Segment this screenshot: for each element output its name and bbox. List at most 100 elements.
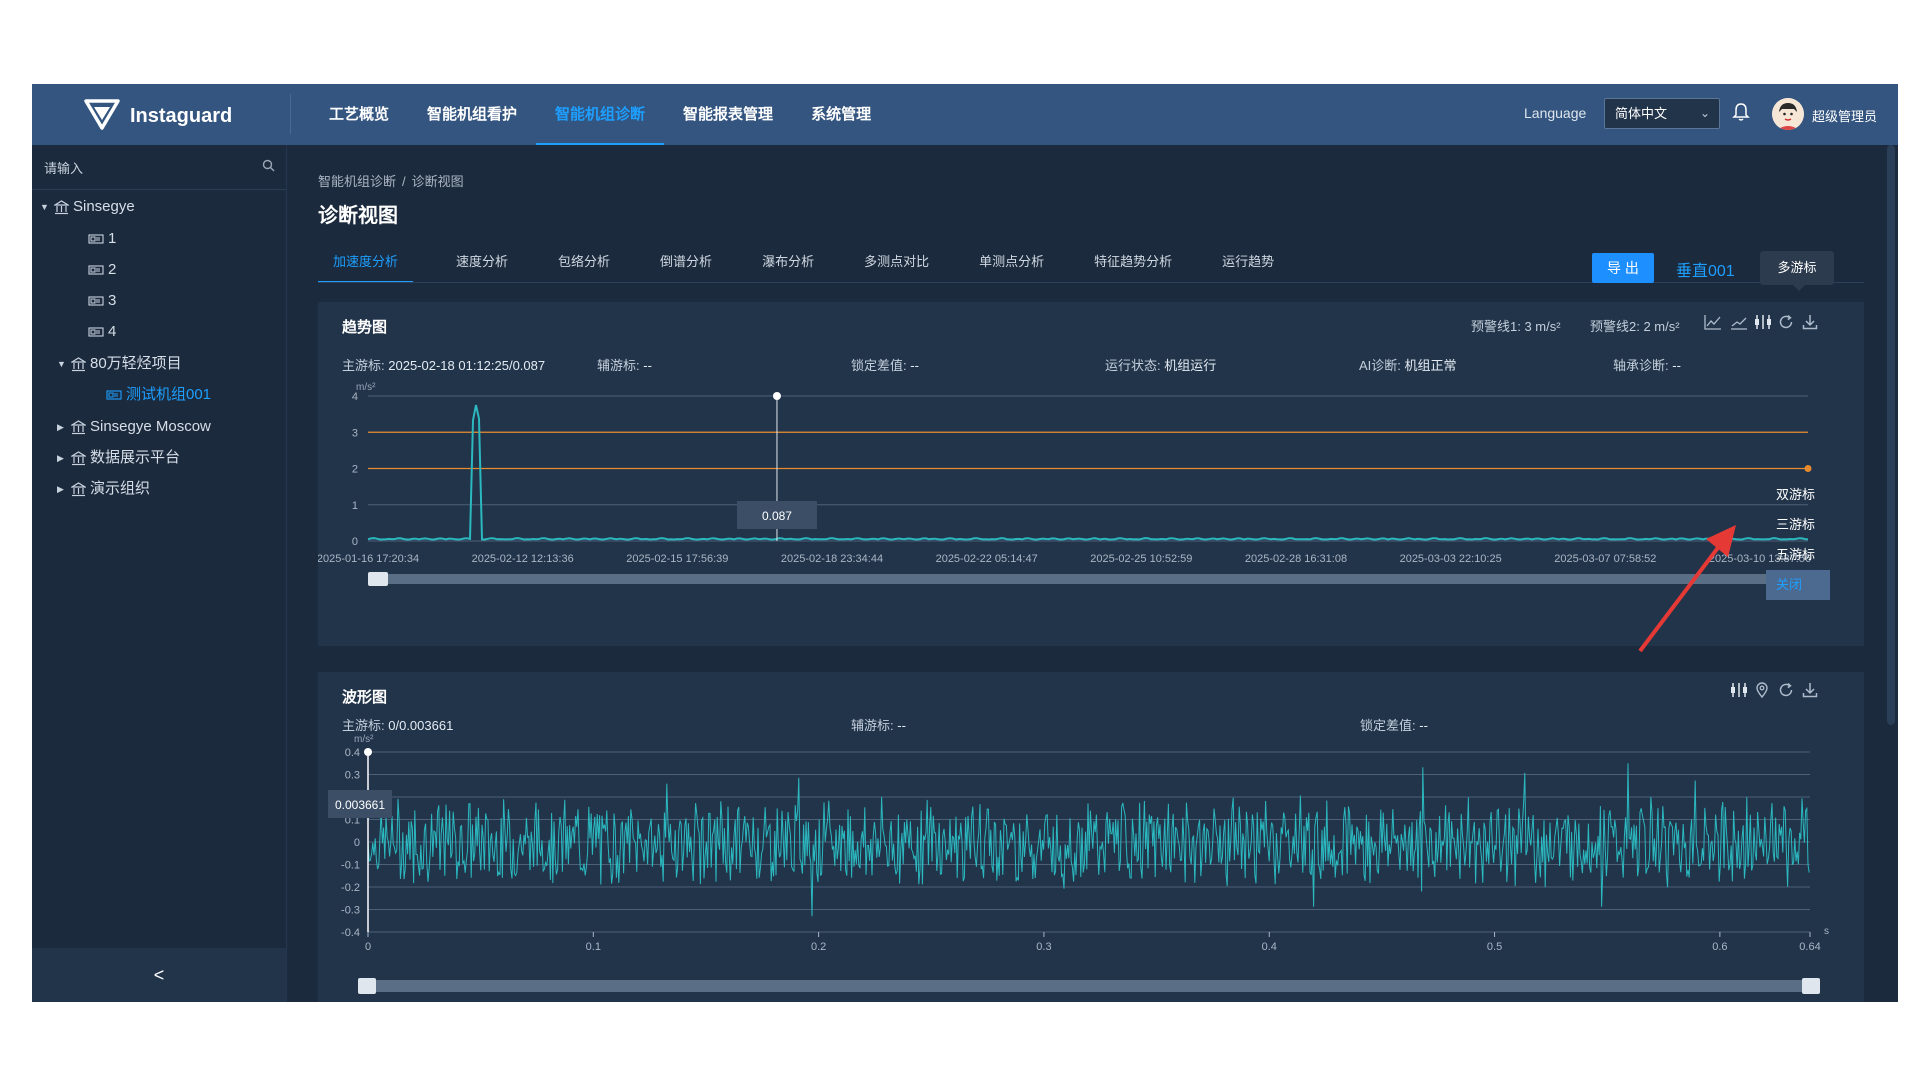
download-icon[interactable]	[1802, 314, 1818, 335]
device-icon	[88, 326, 104, 338]
nav-item-process-overview[interactable]: 工艺概览	[310, 84, 408, 145]
tab-acceleration[interactable]: 加速度分析	[318, 241, 414, 283]
tab-feature-trend[interactable]: 特征趋势分析	[1079, 241, 1187, 283]
x-tick-label: 0.6	[1712, 941, 1727, 953]
tree-item-label: 数据展示平台	[90, 449, 181, 466]
zoom-slider-right-handle	[1802, 978, 1820, 994]
tab-multi-point[interactable]: 多测点对比	[849, 241, 944, 283]
y-tick-label: 0.4	[345, 747, 360, 759]
area-chart-icon[interactable]	[1730, 314, 1748, 335]
tree-search	[32, 145, 286, 190]
page-scrollbar[interactable]	[1887, 145, 1895, 725]
main-cursor-label: 主游标:	[342, 358, 385, 373]
y-axis-unit: m/s²	[354, 734, 374, 745]
breadcrumb-separator: /	[402, 174, 406, 189]
tree-item[interactable]: ▶ 数据展示平台	[57, 446, 180, 470]
zoom-slider-left-handle	[368, 572, 388, 586]
x-tick-label: 2025-03-03 22:10:25	[1400, 553, 1502, 565]
measure-point-selector[interactable]: 垂直001	[1676, 257, 1735, 281]
x-tick-label: 2025-02-22 05:14:47	[936, 553, 1038, 565]
language-label: Language	[1524, 105, 1587, 121]
waveform-panel: 波形图 主游标: 0/0.003661 辅游标: -- 锁定差值: -- m/s…	[318, 672, 1864, 1002]
breadcrumb-item-diagnosis[interactable]: 智能机组诊断	[318, 174, 396, 189]
bell-icon[interactable]	[1732, 102, 1750, 127]
header-divider	[290, 94, 291, 134]
waveform-series-line	[367, 763, 1810, 917]
sidebar-collapse-button[interactable]: <	[32, 948, 286, 1002]
warn2-value: 2 m/s²	[1643, 319, 1680, 334]
app-window: Instaguard 工艺概览 智能机组看护 智能机组诊断 智能报表管理 系统管…	[32, 84, 1898, 1002]
multi-cursor-icon[interactable]	[1754, 314, 1772, 335]
ai-diagnosis-info: AI诊断: 机组正常	[1359, 355, 1457, 374]
caret-right-icon[interactable]: ▶	[57, 415, 71, 439]
location-pin-icon[interactable]	[1754, 682, 1770, 703]
menu-item-five-cursor[interactable]: 五游标	[1766, 540, 1830, 570]
menu-item-triple-cursor[interactable]: 三游标	[1766, 510, 1830, 540]
waveform-chart[interactable]: m/s²0.40.30.20.10-0.1-0.2-0.3-0.400.10.2…	[318, 730, 1864, 1002]
user-name[interactable]: 超级管理员	[1812, 106, 1877, 125]
caret-right-icon[interactable]: ▶	[57, 446, 71, 470]
language-select[interactable]: 简体中文 ⌄	[1604, 98, 1720, 129]
lock-diff-value: --	[910, 358, 919, 373]
y-tick-label: -0.2	[341, 882, 360, 894]
tree-item[interactable]: 2	[74, 258, 116, 282]
nav-item-unit-care[interactable]: 智能机组看护	[408, 84, 536, 145]
trend-title: 趋势图	[342, 319, 388, 336]
bearing-label: 轴承诊断:	[1613, 358, 1669, 373]
x-tick-label: 0.2	[811, 941, 826, 953]
tab-envelope[interactable]: 包络分析	[543, 241, 625, 283]
nav-item-system-management[interactable]: 系统管理	[792, 84, 890, 145]
tree-item[interactable]: ▶ Sinsegye Moscow	[57, 415, 211, 439]
caret-down-icon[interactable]: ▼	[40, 195, 54, 219]
tree-item[interactable]: 1	[74, 227, 116, 251]
logo[interactable]: Instaguard	[84, 98, 232, 135]
avatar[interactable]	[1772, 98, 1804, 130]
tab-velocity[interactable]: 速度分析	[441, 241, 523, 283]
caret-down-icon[interactable]: ▼	[57, 352, 71, 376]
multi-cursor-tooltip: 多游标	[1760, 251, 1834, 291]
y-tick-label: 1	[352, 500, 358, 512]
tab-waterfall[interactable]: 瀑布分析	[747, 241, 829, 283]
main-cursor-info: 主游标: 2025-02-18 01:12:25/0.087	[342, 355, 545, 374]
download-icon[interactable]	[1802, 682, 1818, 703]
x-tick-label: 0	[365, 941, 371, 953]
bearing-diagnosis-info: 轴承诊断: --	[1613, 355, 1681, 374]
refresh-icon[interactable]	[1778, 682, 1794, 703]
y-tick-label: 0	[352, 536, 358, 548]
tab-single-point[interactable]: 单测点分析	[964, 241, 1059, 283]
caret-right-icon[interactable]: ▶	[57, 477, 71, 501]
tree-item[interactable]: ▼ Sinsegye	[40, 195, 135, 219]
export-button[interactable]: 导 出	[1592, 253, 1654, 283]
tree-item[interactable]: 3	[74, 289, 116, 313]
tree-item[interactable]: 4	[74, 320, 116, 344]
tab-run-trend[interactable]: 运行趋势	[1207, 241, 1289, 283]
breadcrumb-item-view: 诊断视图	[411, 174, 464, 189]
x-tick-label: 0.3	[1036, 941, 1051, 953]
nav-item-unit-diagnosis[interactable]: 智能机组诊断	[536, 84, 665, 145]
x-tick-label: 2025-02-18 23:34:44	[781, 553, 883, 565]
org-icon	[71, 481, 86, 497]
tree-item-label: 3	[108, 292, 117, 309]
search-input[interactable]	[42, 156, 246, 180]
main-cursor-handle	[772, 392, 781, 400]
trend-chart[interactable]: m/s² 0 1 2 3 4 2025-01-16 17:20:34 2025-02-12 1…	[318, 376, 1864, 646]
cursor-value-label: 0.087	[762, 509, 792, 523]
sidebar: ▼ Sinsegye 1 2 3 4 ▼ 80万轻烃项目测试机组001 ▶ Sinsegye Mo…	[32, 145, 287, 1002]
menu-item-double-cursor[interactable]: 双游标	[1766, 480, 1830, 510]
tree-item-label: 演示组织	[90, 480, 151, 497]
tree-item[interactable]: ▶ 演示组织	[57, 477, 150, 501]
y-tick-label: -0.1	[341, 860, 360, 872]
menu-item-close-cursor[interactable]: 关闭	[1766, 570, 1830, 600]
search-icon[interactable]	[262, 159, 275, 177]
y-tick-label: 0	[354, 837, 360, 849]
refresh-icon[interactable]	[1778, 314, 1794, 335]
tree-item[interactable]: ▼ 80万轻烃项目	[57, 352, 182, 376]
line-chart-icon[interactable]	[1704, 314, 1722, 335]
run-state-label: 运行状态:	[1105, 358, 1161, 373]
tab-cepstrum[interactable]: 倒谱分析	[645, 241, 727, 283]
warn2-label: 预警线2:	[1590, 319, 1640, 334]
logo-icon	[84, 98, 120, 135]
tree-item[interactable]: 测试机组001	[92, 383, 211, 407]
nav-item-report-management[interactable]: 智能报表管理	[664, 84, 792, 145]
multi-cursor-icon[interactable]	[1730, 682, 1748, 703]
